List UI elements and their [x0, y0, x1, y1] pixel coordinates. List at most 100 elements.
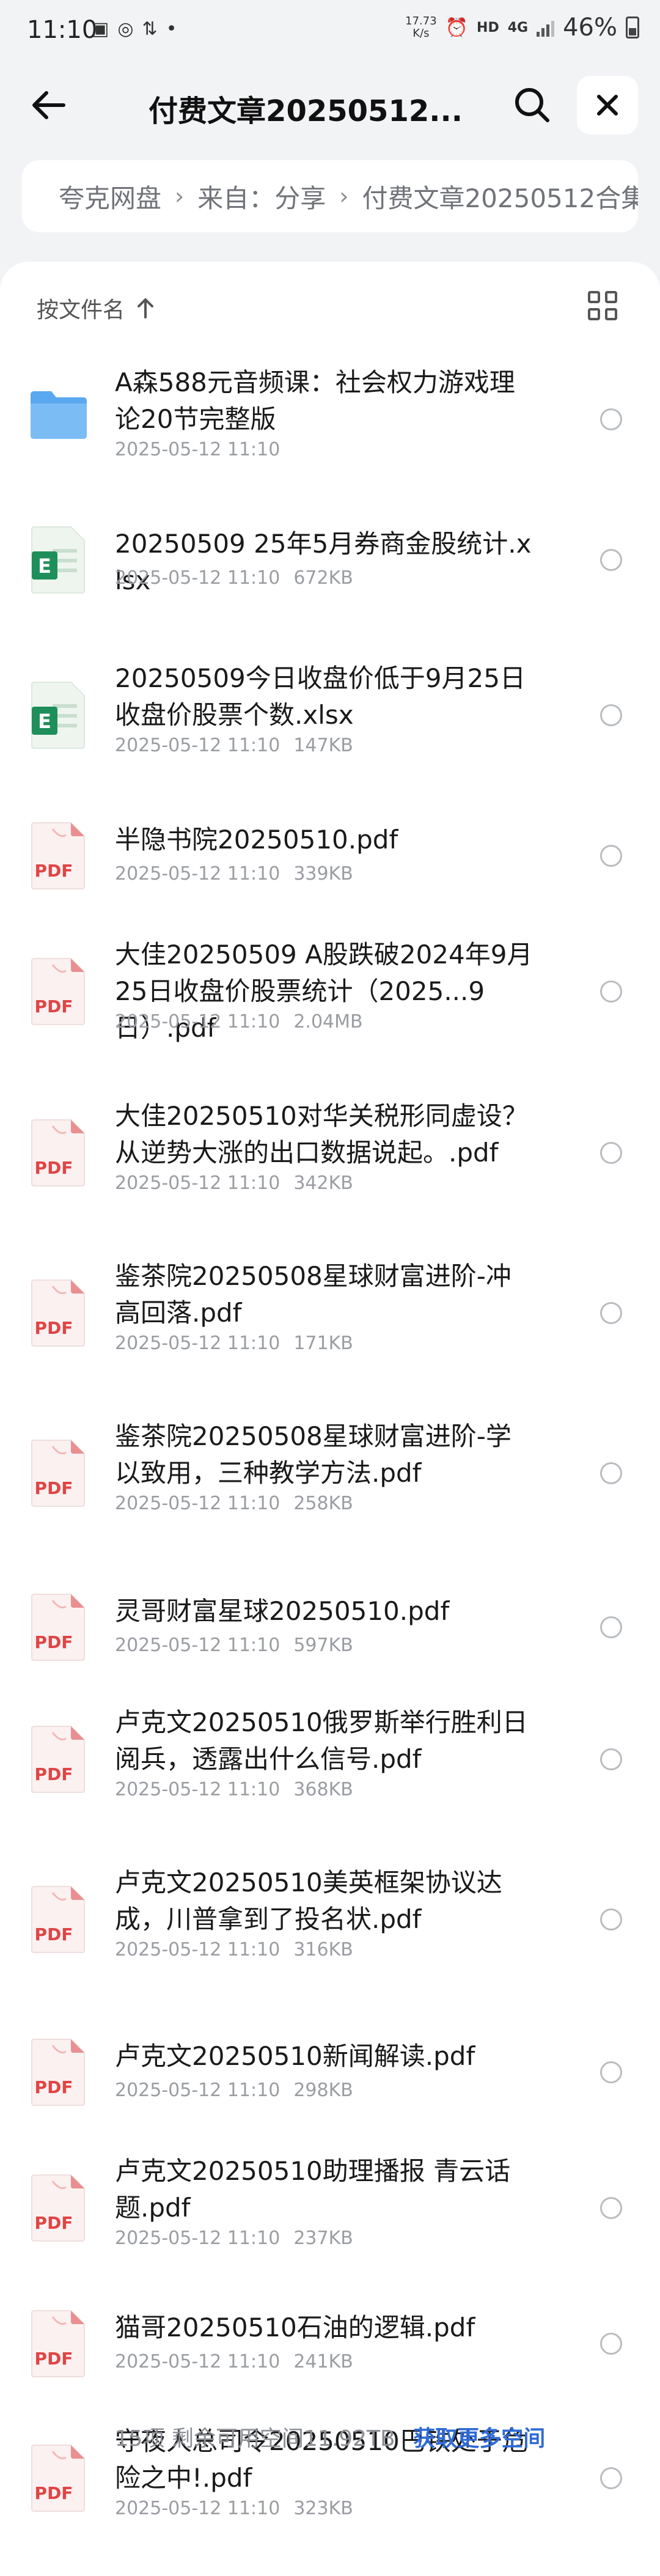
file-name: 半隐书院20250510.pdf	[115, 825, 398, 855]
chevron-right-icon: ›	[175, 183, 185, 210]
file-size: 241KB	[293, 2351, 353, 2372]
file-name: 灵哥财富星球20250510.pdf	[115, 1596, 450, 1626]
close-button[interactable]	[577, 76, 638, 134]
file-date: 2025-05-12 11:10	[115, 1333, 280, 1354]
file-size: 323KB	[293, 2498, 353, 2519]
file-meta: 2025-05-12 11:10 171KB	[115, 1333, 353, 1354]
file-meta: 2025-05-12 11:10 368KB	[115, 1779, 353, 1800]
svg-text:PDF: PDF	[35, 1478, 73, 1498]
storage-summary: 15项 剩余可用空间11.92TB	[114, 2426, 395, 2451]
svg-text:E: E	[38, 710, 51, 733]
svg-text:PDF: PDF	[35, 2349, 73, 2369]
file-name: 卢克文20250510助理播报 青云话题.pdf	[115, 2156, 511, 2223]
file-row[interactable]: PDF 卢克文20250510俄罗斯举行胜利日阅兵，透露出什么信号.pdf 2025…	[0, 1698, 660, 1842]
battery-icon	[626, 17, 639, 39]
sort-label: 按文件名	[37, 298, 125, 323]
chevron-right-icon: ›	[339, 183, 349, 210]
sort-button[interactable]: 按文件名	[37, 292, 155, 324]
file-name: 20250509今日收盘价低于9月25日收盘价股票个数.xlsx	[115, 663, 526, 730]
signal-icon	[537, 18, 555, 37]
usb-icon: ⇅	[142, 18, 158, 40]
file-size: 339KB	[293, 863, 353, 885]
breadcrumb-root[interactable]: 夸克网盘	[59, 178, 161, 215]
select-radio[interactable]	[600, 2197, 622, 2219]
file-row[interactable]: PDF 卢克文20250510助理播报 青云话题.pdf 2025-05-12 11…	[0, 2147, 660, 2291]
select-radio[interactable]	[600, 2467, 622, 2489]
back-button[interactable]	[24, 81, 73, 130]
search-button[interactable]	[505, 81, 560, 130]
file-name: 大佳20250510对华关税形同虚设？从逆势大涨的出口数据说起。.pdf	[115, 1101, 528, 1168]
file-name: 卢克文20250510新闻解读.pdf	[115, 2041, 475, 2071]
battery-percent: 46%	[563, 13, 617, 42]
file-meta: 2025-05-12 11:10 2.04MB	[115, 1011, 363, 1032]
breadcrumb-current: 付费文章20250512合集	[362, 183, 638, 213]
svg-text:PDF: PDF	[35, 1924, 73, 1945]
file-row[interactable]: PDF 大佳20250509 A股跌破2024年9月25日收盘价股票统计（2025…	[0, 930, 660, 1075]
file-meta: 2025-05-12 11:10 258KB	[115, 1493, 353, 1514]
select-radio[interactable]	[600, 845, 622, 867]
close-icon	[597, 95, 618, 116]
search-icon	[515, 88, 549, 122]
select-radio[interactable]	[600, 1142, 622, 1164]
file-row[interactable]: PDF 半隐书院20250510.pdf 2025-05-12 11:10 339KB	[0, 802, 660, 946]
select-radio[interactable]	[600, 1616, 622, 1638]
file-name: 鉴茶院20250508星球财富进阶-冲高回落.pdf	[115, 1261, 512, 1328]
select-radio[interactable]	[600, 549, 622, 571]
file-row[interactable]: PDF 卢克文20250510新闻解读.pdf 2025-05-12 11:10 29…	[0, 2018, 660, 2163]
file-size: 237KB	[293, 2228, 353, 2249]
select-radio[interactable]	[600, 1302, 622, 1324]
pdf-file-icon: PDF	[28, 1724, 89, 1797]
select-radio[interactable]	[600, 2061, 622, 2083]
status-time: 11:10	[27, 16, 98, 44]
arrow-up-icon	[138, 298, 154, 318]
file-meta: 2025-05-12 11:10 147KB	[115, 735, 353, 756]
file-name: 鉴茶院20250508星球财富进阶-学以致用，三种教学方法.pdf	[115, 1421, 512, 1488]
select-radio[interactable]	[600, 1908, 622, 1930]
file-date: 2025-05-12 11:10	[115, 2351, 280, 2372]
file-row[interactable]: E 20250509 25年5月券商金股统计.xlsx 2025-05-12 11:…	[0, 506, 660, 650]
file-date: 2025-05-12 11:10	[115, 863, 280, 885]
select-radio[interactable]	[600, 704, 622, 726]
alarm-icon: ⏰	[445, 17, 469, 39]
excel-file-icon: E	[28, 524, 89, 598]
grid-view-button[interactable]	[585, 289, 620, 323]
file-meta: 2025-05-12 11:10 672KB	[115, 567, 353, 589]
file-name: 卢克文20250510俄罗斯举行胜利日阅兵，透露出什么信号.pdf	[115, 1707, 528, 1774]
file-date: 2025-05-12 11:10	[115, 1939, 280, 1960]
file-row[interactable]: E 20250509今日收盘价低于9月25日收盘价股票个数.xlsx 2025-05…	[0, 654, 660, 798]
pdf-file-icon: PDF	[28, 1117, 89, 1191]
breadcrumb-source[interactable]: 来自：分享	[197, 178, 326, 215]
file-date: 2025-05-12 11:10	[115, 2080, 280, 2101]
status-bar: 11:10 ▣ ◎ ⇅ • 17.73 K/s ⏰ HD 4G 46%	[0, 0, 660, 61]
file-row[interactable]: PDF 灵哥财富星球20250510.pdf 2025-05-12 11:10 597…	[0, 1573, 660, 1718]
file-meta: 2025-05-12 11:10	[115, 439, 280, 460]
network-type: 4G	[507, 20, 529, 35]
file-date: 2025-05-12 11:10	[115, 735, 280, 756]
file-meta: 2025-05-12 11:10 339KB	[115, 863, 353, 885]
file-row[interactable]: PDF 鉴茶院20250508星球财富进阶-冲高回落.pdf 2025-05-12 …	[0, 1252, 660, 1396]
file-row[interactable]: PDF 大佳20250510对华关税形同虚设？从逆势大涨的出口数据说起。.pdf 2…	[0, 1092, 660, 1236]
breadcrumb: 夸克网盘 › 来自：分享 › 付费文章20250512合集	[22, 160, 638, 232]
file-size: 147KB	[293, 735, 353, 756]
select-radio[interactable]	[600, 1748, 622, 1770]
file-date: 2025-05-12 11:10	[115, 439, 280, 460]
folder-icon	[28, 384, 89, 457]
select-radio[interactable]	[600, 981, 622, 1003]
svg-text:PDF: PDF	[35, 2077, 73, 2097]
svg-text:PDF: PDF	[35, 1158, 73, 1178]
select-radio[interactable]	[600, 2333, 622, 2355]
select-radio[interactable]	[600, 408, 622, 430]
pdf-file-icon: PDF	[28, 820, 89, 894]
file-row[interactable]: A森588元音频课：社会权力游戏理论20节完整版 2025-05-12 11:10	[0, 358, 660, 502]
file-meta: 2025-05-12 11:10 241KB	[115, 2351, 353, 2372]
file-row[interactable]: PDF 鉴茶院20250508星球财富进阶-学以致用，三种教学方法.pdf 2025…	[0, 1412, 660, 1556]
get-more-space-link[interactable]: 获取更多空间	[413, 2426, 545, 2451]
file-date: 2025-05-12 11:10	[115, 567, 280, 589]
file-row[interactable]: PDF 卢克文20250510美英框架协议达成，川普拿到了投名状.pdf 2025-…	[0, 1858, 660, 2003]
file-row[interactable]: PDF 猫哥20250510石油的逻辑.pdf 2025-05-12 11:10 24…	[0, 2290, 660, 2434]
pdf-file-icon: PDF	[28, 2037, 89, 2110]
select-radio[interactable]	[600, 1462, 622, 1484]
file-size: 316KB	[293, 1939, 353, 1960]
file-meta: 2025-05-12 11:10 316KB	[115, 1939, 353, 1960]
file-size: 171KB	[293, 1333, 353, 1354]
